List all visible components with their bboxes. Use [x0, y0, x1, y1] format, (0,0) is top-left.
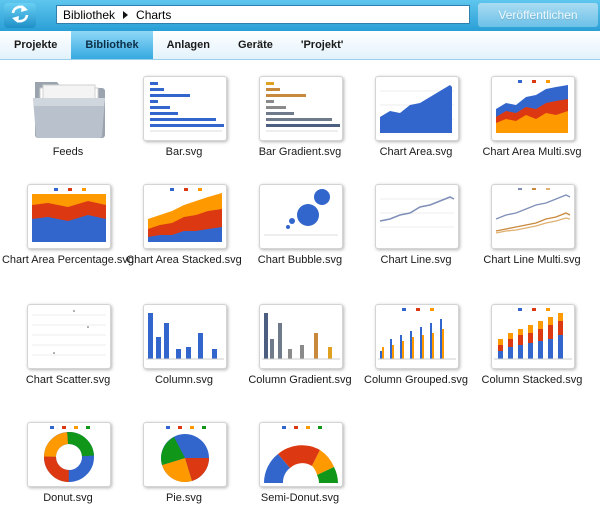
refresh-icon [9, 4, 31, 27]
breadcrumb-item-bibliothek[interactable]: Bibliothek [63, 8, 115, 22]
file-label: Chart Area Multi.svg [482, 146, 582, 158]
chart-thumbnail [143, 422, 227, 487]
breadcrumb-item-charts[interactable]: Charts [136, 8, 171, 22]
chart-thumbnail [259, 422, 343, 487]
chart-thumbnail [259, 184, 343, 249]
chart-thumbnail [491, 304, 575, 369]
file-label: Column Stacked.svg [481, 374, 583, 386]
breadcrumb[interactable]: Bibliothek Charts [56, 5, 470, 24]
chart-thumbnail [375, 304, 459, 369]
chart-thumbnail [143, 304, 227, 369]
chart-thumbnail [375, 76, 459, 141]
chart-thumbnail [27, 422, 111, 487]
tab-bar: Projekte Bibliothek Anlagen Geräte 'Proj… [0, 31, 600, 60]
chart-thumbnail [491, 76, 575, 141]
chart-thumbnail [375, 184, 459, 249]
chart-thumbnail [143, 184, 227, 249]
chart-thumbnail [259, 76, 343, 141]
refresh-button[interactable] [4, 3, 36, 28]
file-label: Semi-Donut.svg [260, 492, 340, 504]
breadcrumb-separator-icon [123, 10, 129, 19]
publish-button[interactable]: Veröffentlichen [478, 3, 598, 27]
tab-bibliothek[interactable]: Bibliothek [71, 31, 153, 59]
chart-thumbnail [27, 304, 111, 369]
tab-anlagen[interactable]: Anlagen [153, 31, 224, 59]
tab-projekte[interactable]: Projekte [0, 31, 71, 59]
folder-icon [31, 74, 107, 140]
tab-geraete[interactable]: Geräte [224, 31, 287, 59]
chart-thumbnail [143, 76, 227, 141]
title-bar: Bibliothek Charts Veröffentlichen [0, 0, 600, 31]
chart-thumbnail [27, 184, 111, 249]
chart-thumbnail [491, 184, 575, 249]
tab-projekt[interactable]: 'Projekt' [287, 31, 358, 59]
file-label: Chart Line Multi.svg [483, 254, 581, 266]
chart-thumbnail [259, 304, 343, 369]
